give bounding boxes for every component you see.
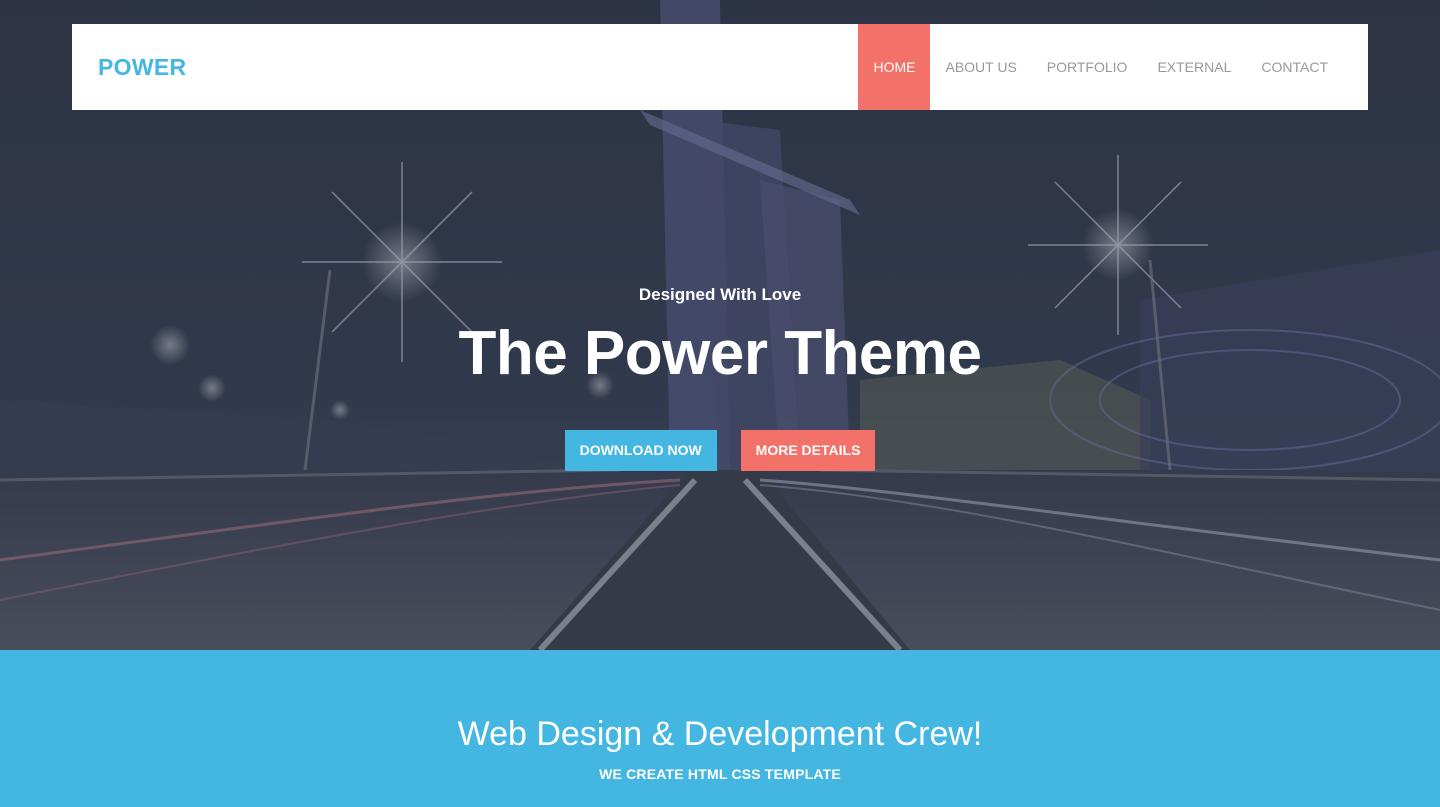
- band-subtitle: WE CREATE HTML CSS TEMPLATE: [599, 766, 841, 782]
- band-title: Web Design & Development Crew!: [457, 715, 983, 753]
- brand-logo[interactable]: POWER: [72, 24, 186, 110]
- nav-item-external[interactable]: EXTERNAL: [1142, 24, 1246, 110]
- hero-subtitle: Designed With Love: [638, 285, 802, 304]
- nav-menu: HOME ABOUT US PORTFOLIO EXTERNAL CONTACT: [858, 24, 1368, 110]
- hero-buttons: DOWNLOAD NOW MORE DETAILS: [0, 430, 1440, 471]
- hero-section: POWER HOME ABOUT US PORTFOLIO EXTERNAL C…: [0, 0, 1440, 650]
- navbar: POWER HOME ABOUT US PORTFOLIO EXTERNAL C…: [72, 24, 1368, 110]
- more-details-button[interactable]: MORE DETAILS: [740, 430, 876, 471]
- nav-item-about-us[interactable]: ABOUT US: [930, 24, 1031, 110]
- hero-content: Designed With Love The Power Theme DOWNL…: [0, 282, 1440, 471]
- download-now-button[interactable]: DOWNLOAD NOW: [564, 430, 717, 471]
- nav-item-home[interactable]: HOME: [858, 24, 931, 110]
- nav-item-contact[interactable]: CONTACT: [1246, 24, 1343, 110]
- intro-band: Web Design & Development Crew! WE CREATE…: [0, 650, 1440, 807]
- hero-title: The Power Theme: [458, 319, 982, 388]
- nav-item-portfolio[interactable]: PORTFOLIO: [1032, 24, 1143, 110]
